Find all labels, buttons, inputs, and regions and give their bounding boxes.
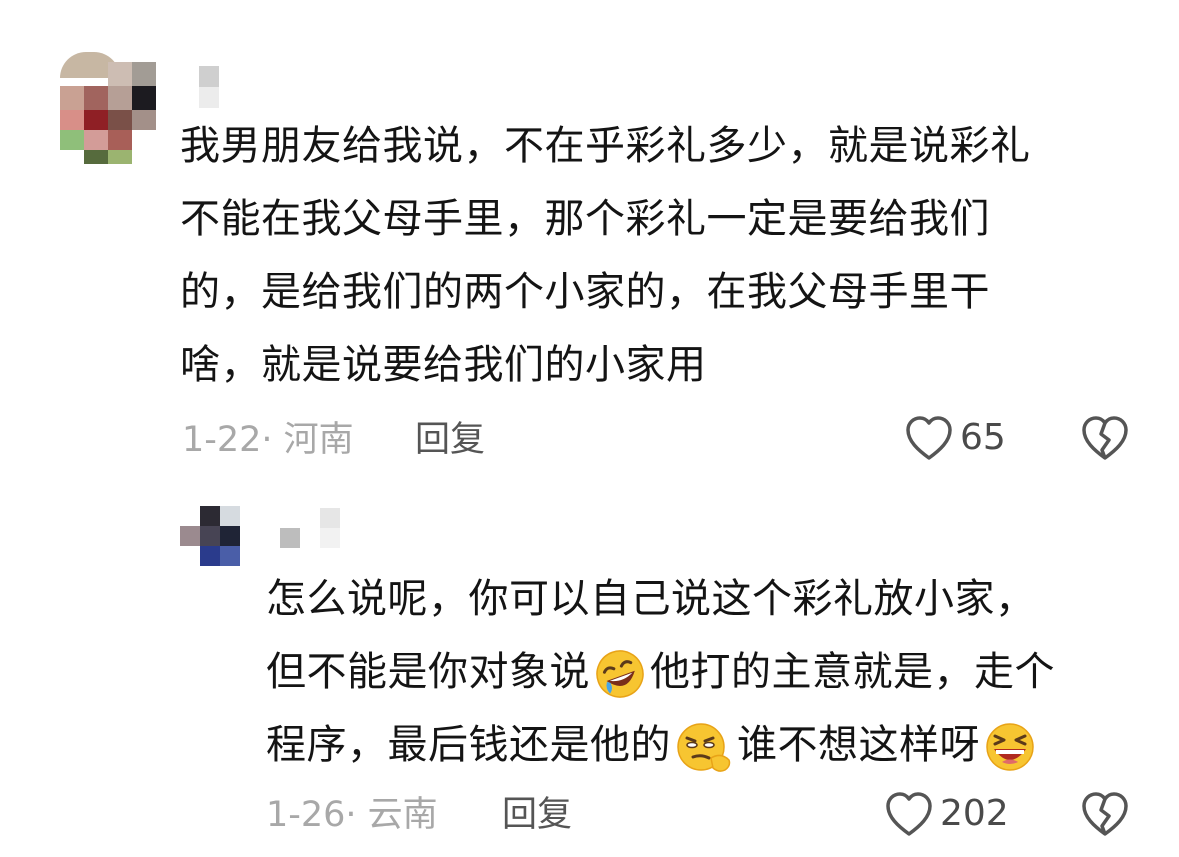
comment-date-location: 1-26· 云南: [266, 795, 438, 835]
heart-icon: [886, 792, 932, 836]
avatar[interactable]: [180, 506, 242, 568]
comment-text: 怎么说呢，你可以自己说这个彩礼放小家， 但不能是你对象说 他打的主意就是，走个 …: [266, 563, 1146, 782]
dislike-broken-heart-icon[interactable]: [1080, 414, 1130, 462]
comment-text: 我男朋友给我说，不在乎彩礼多少，就是说彩礼 不能在我父母手里，那个彩礼一定是要给…: [180, 110, 1140, 402]
heart-icon: [906, 416, 952, 460]
like-count: 65: [960, 417, 1006, 458]
like-button[interactable]: 202: [884, 790, 1009, 838]
reply-button[interactable]: 回复: [415, 420, 485, 460]
avatar[interactable]: [48, 48, 163, 166]
comment-text-line: 但不能是你对象说 他打的主意就是，走个: [266, 636, 1146, 709]
like-button[interactable]: 65: [904, 414, 1006, 462]
dislike-broken-heart-icon[interactable]: [1080, 790, 1130, 838]
comment-text-line: 程序，最后钱还是他的 谁不想这样呀: [266, 709, 1146, 782]
laugh-emoji: [986, 723, 1034, 771]
rofl-emoji: [596, 650, 644, 698]
comment-text-line: 不能在我父母手里，那个彩礼一定是要给我们: [180, 196, 990, 242]
comment-text-line: 的，是给我们的两个小家的，在我父母手里干: [180, 269, 990, 315]
like-count: 202: [940, 793, 1009, 834]
username-censored[interactable]: [280, 508, 342, 548]
smirk-emoji: [677, 723, 731, 772]
comment-text-line: 啥，就是说要给我们的小家用: [180, 342, 707, 388]
username-censored[interactable]: [199, 66, 219, 108]
comment-date-location: 1-22· 河南: [182, 420, 354, 460]
comment-text-line: 我男朋友给我说，不在乎彩礼多少，就是说彩礼: [180, 123, 1031, 169]
reply-button[interactable]: 回复: [502, 795, 572, 835]
comment-text-line: 怎么说呢，你可以自己说这个彩礼放小家，: [266, 576, 1036, 622]
